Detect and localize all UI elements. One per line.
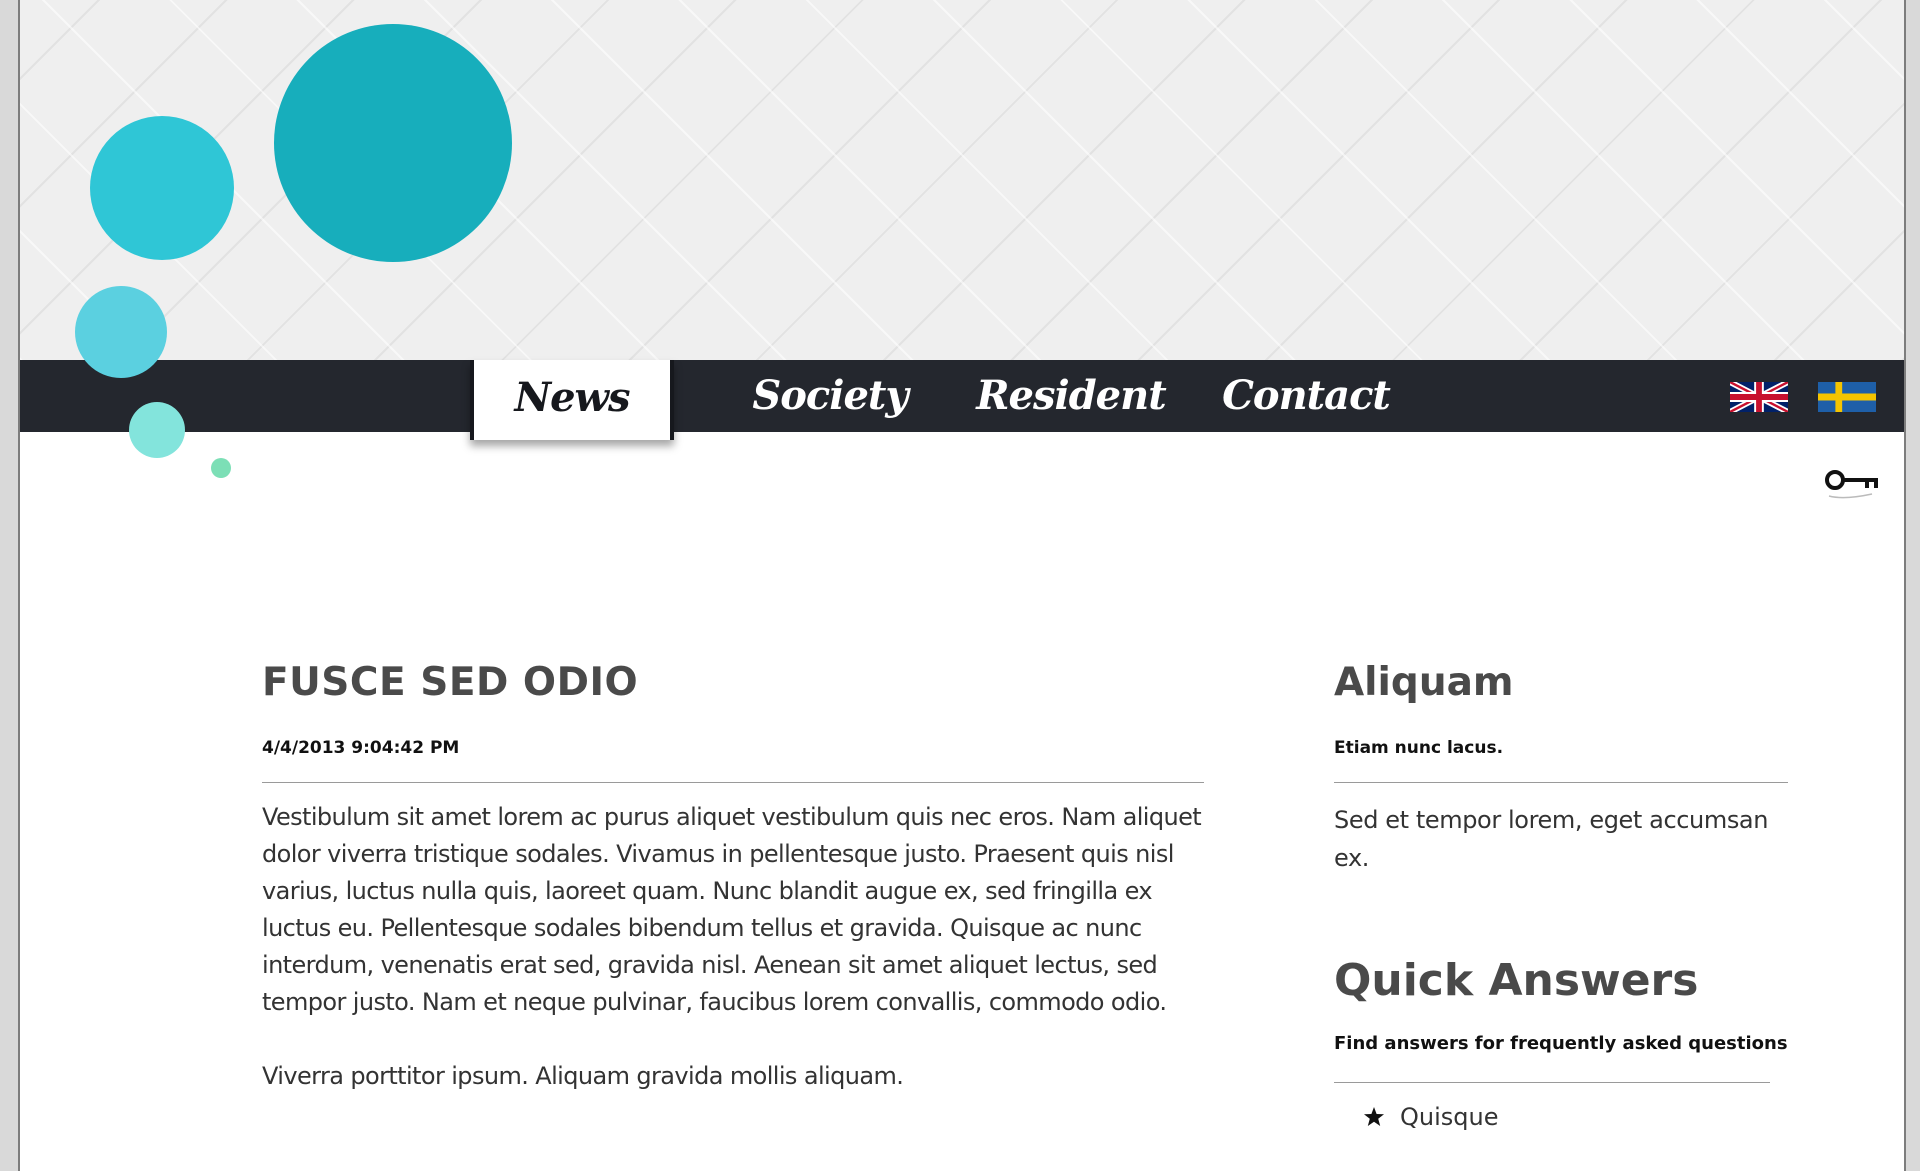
sidebar-subtitle: Etiam nunc lacus. bbox=[1334, 738, 1504, 758]
sidebar-title: Aliquam bbox=[1334, 660, 1514, 705]
nav-item-contact[interactable]: Contact bbox=[1216, 360, 1396, 432]
news-article: FUSCE SED ODIO 4/4/2013 9:04:42 PM Vesti… bbox=[262, 650, 1204, 1132]
article-paragraph: Viverra porttitor ipsum. Aliquam gravida… bbox=[262, 1062, 904, 1090]
uk-flag-icon[interactable] bbox=[1730, 382, 1788, 412]
quick-answer-label: Quisque bbox=[1400, 1103, 1499, 1131]
decorative-bubble bbox=[90, 116, 234, 260]
browser-frame: News Society Resident Contact FUSCE SED … bbox=[18, 0, 1906, 1171]
quick-answers-title: Quick Answers bbox=[1334, 955, 1699, 1006]
divider bbox=[262, 782, 1204, 783]
article-body: Vestibulum sit amet lorem ac purus aliqu… bbox=[262, 799, 1204, 1095]
decorative-bubble bbox=[274, 24, 512, 262]
star-icon bbox=[1364, 1107, 1384, 1126]
decorative-bubble bbox=[129, 402, 185, 458]
article-title: FUSCE SED ODIO bbox=[262, 660, 639, 705]
quick-answers-subtitle: Find answers for frequently asked questi… bbox=[1334, 1033, 1788, 1054]
decorative-bubble bbox=[75, 286, 167, 378]
divider bbox=[1334, 782, 1788, 783]
article-date: 4/4/2013 9:04:42 PM bbox=[262, 738, 460, 758]
sweden-flag-icon[interactable] bbox=[1818, 382, 1876, 412]
key-icon[interactable] bbox=[1824, 464, 1882, 504]
decorative-bubble bbox=[211, 458, 231, 478]
sidebar-text: Sed et tempor lorem, eget accumsan ex. bbox=[1334, 806, 1769, 872]
header-banner bbox=[20, 0, 1904, 360]
main-navigation: News Society Resident Contact bbox=[20, 360, 1904, 440]
nav-item-news[interactable]: News bbox=[470, 360, 674, 440]
article-paragraph: Vestibulum sit amet lorem ac purus aliqu… bbox=[262, 803, 1202, 1016]
quick-answers-list: Quisque bbox=[1334, 1097, 1788, 1137]
divider bbox=[1334, 1082, 1770, 1083]
sidebar: Aliquam Etiam nunc lacus. Sed et tempor … bbox=[1334, 650, 1788, 1137]
nav-item-society[interactable]: Society bbox=[740, 360, 920, 432]
nav-item-resident[interactable]: Resident bbox=[966, 360, 1176, 432]
quick-answer-item[interactable]: Quisque bbox=[1334, 1097, 1788, 1137]
